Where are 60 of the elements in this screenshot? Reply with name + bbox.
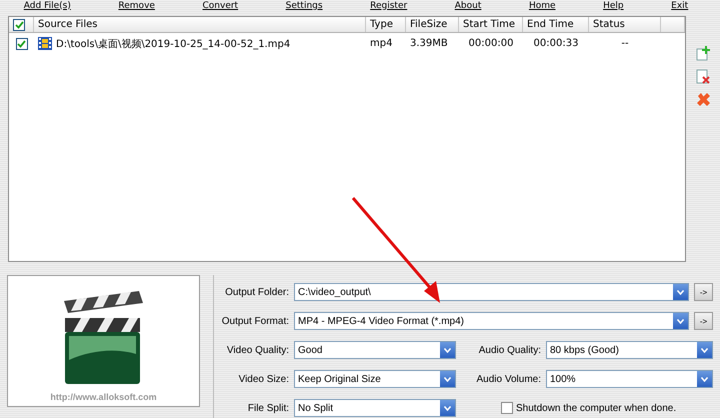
toolbar-button[interactable]: Convert — [202, 0, 238, 12]
dropdown-field[interactable]: 80 kbps (Good) — [546, 341, 713, 359]
delete-icon[interactable] — [696, 92, 710, 107]
row-checkbox[interactable] — [16, 38, 28, 50]
toolbar-button[interactable]: Exit — [671, 0, 688, 12]
field-label: Output Folder: — [224, 286, 290, 298]
field-label: Video Size: — [238, 374, 290, 384]
column-header[interactable]: Source Files — [38, 19, 98, 30]
add-page-icon[interactable] — [696, 46, 710, 61]
chevron-down-icon — [701, 376, 708, 382]
field-label: Audio Quality: — [478, 344, 542, 356]
select-all-checkbox[interactable] — [13, 18, 25, 30]
dropdown-button[interactable] — [440, 371, 455, 387]
dropdown-button[interactable] — [697, 342, 712, 358]
film-icon — [38, 37, 52, 50]
column-header[interactable]: FileSize — [410, 19, 448, 30]
toolbar-button[interactable]: Help — [603, 0, 624, 12]
chevron-down-icon — [677, 318, 684, 324]
table-cell-text: -- — [620, 38, 630, 49]
table-cell-text: D:\tools\桌面\视频\2019-10-25_14-00-52_1.mp4 — [55, 38, 290, 50]
dropdown-field[interactable]: C:\video_output\ — [294, 283, 689, 301]
website-url: http://www.alloksoft.com — [50, 392, 157, 402]
browse-button[interactable]: -> — [694, 283, 713, 301]
toolbar-button[interactable]: About — [454, 0, 482, 12]
remove-page-icon[interactable] — [696, 69, 710, 84]
field-label: Audio Volume: — [476, 374, 542, 384]
chevron-down-icon — [677, 290, 684, 294]
chevron-down-icon — [701, 348, 708, 352]
dropdown-field[interactable]: 100% — [546, 370, 713, 388]
field-label: Output Format: — [220, 316, 290, 326]
dropdown-field[interactable]: MP4 - MPEG-4 Video Format (*.mp4) — [294, 312, 689, 330]
chevron-down-icon — [444, 376, 451, 382]
table-cell-text: 00:00:33 — [532, 38, 580, 49]
toolbar-button[interactable]: Settings — [286, 0, 323, 12]
dropdown-button[interactable] — [440, 400, 455, 416]
dropdown-field[interactable]: No Split — [294, 399, 456, 417]
column-header[interactable]: Start Time — [463, 19, 516, 30]
column-header[interactable]: End Time — [527, 19, 574, 30]
table-cell-text: 3.39MB — [409, 38, 449, 49]
chevron-down-icon — [444, 406, 451, 410]
dropdown-field[interactable]: Keep Original Size — [294, 370, 456, 388]
table-cell-text: 00:00:00 — [468, 38, 514, 49]
toolbar-button[interactable]: Remove — [118, 0, 155, 12]
dropdown-button[interactable] — [673, 313, 688, 329]
dropdown-field[interactable]: Good — [294, 341, 456, 359]
field-label: File Split: — [246, 402, 290, 414]
dropdown-button[interactable] — [673, 284, 688, 300]
dropdown-button[interactable] — [440, 342, 455, 358]
toolbar-button[interactable]: Add File(s) — [24, 0, 71, 12]
table-cell-text: mp4 — [369, 38, 394, 49]
dropdown-button[interactable] — [697, 371, 712, 387]
checkbox-label: Shutdown the computer when done. — [516, 402, 676, 414]
toolbar-button[interactable]: Home — [528, 0, 556, 12]
chevron-down-icon — [444, 348, 451, 352]
toolbar-button[interactable]: Register — [370, 0, 408, 12]
column-header[interactable]: Status — [593, 19, 625, 30]
shutdown-checkbox[interactable] — [501, 402, 513, 414]
column-header[interactable]: Type — [370, 19, 393, 30]
browse-button[interactable]: -> — [694, 312, 713, 330]
field-label: Video Quality: — [226, 344, 290, 356]
